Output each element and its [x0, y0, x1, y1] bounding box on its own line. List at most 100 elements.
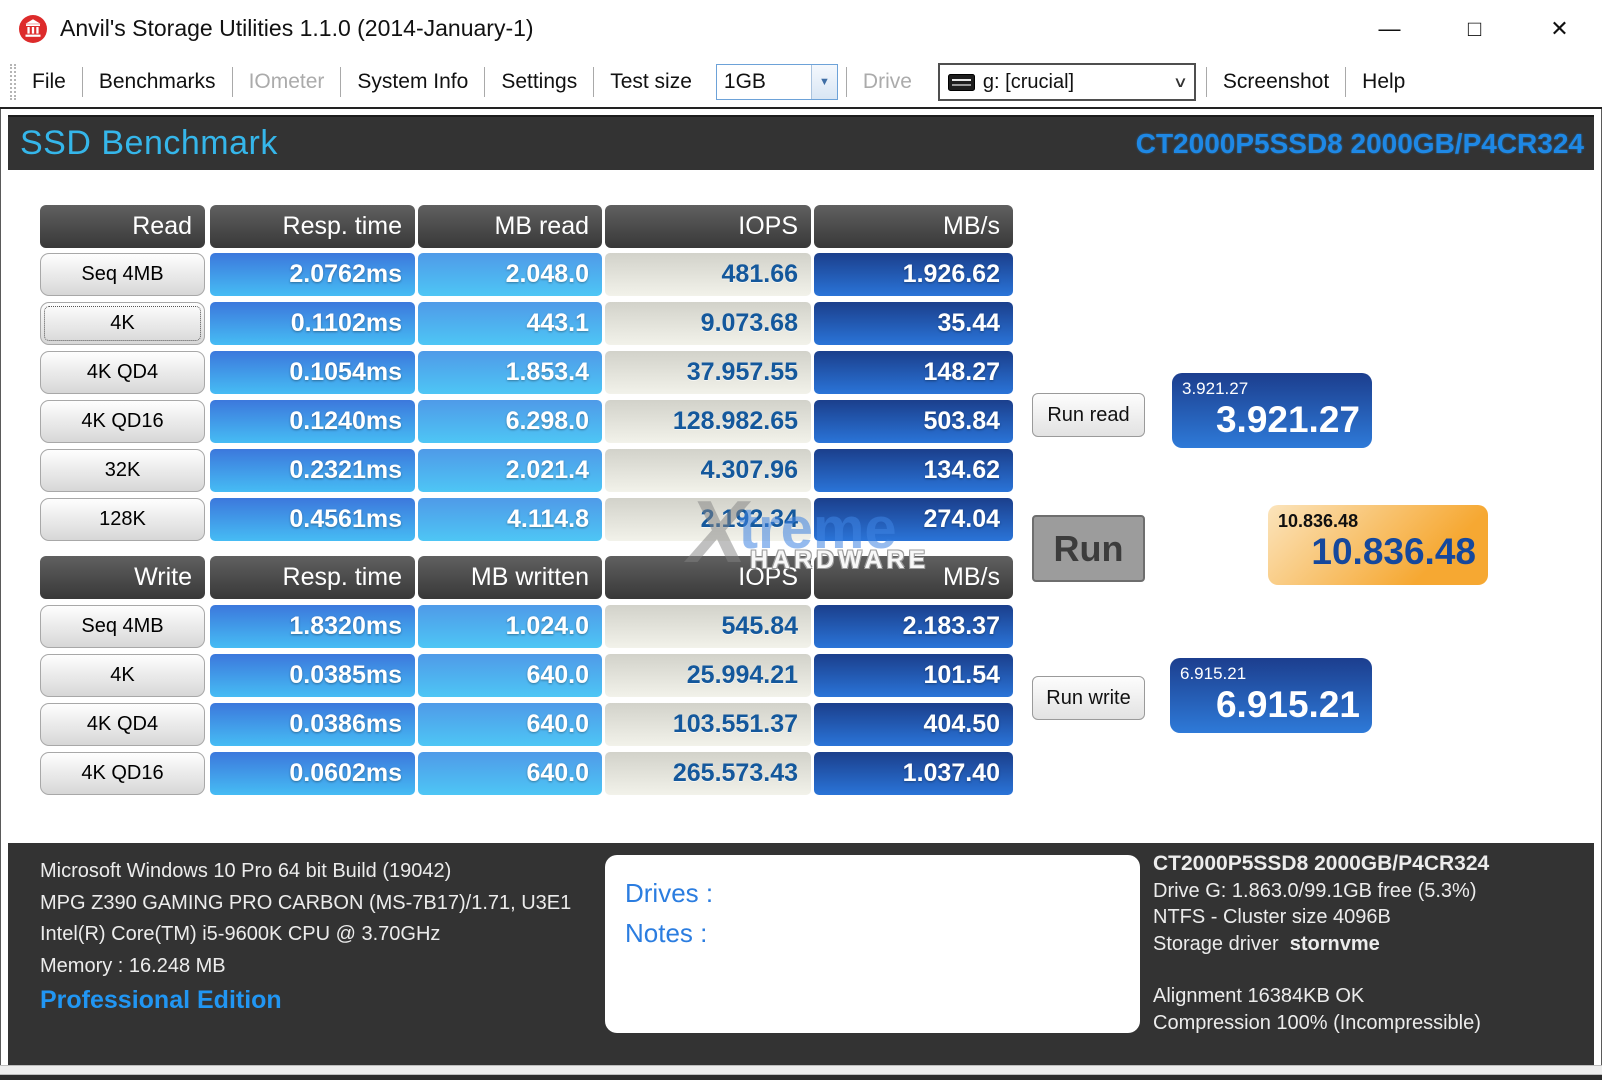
resp-time-value: 0.0602ms [210, 752, 415, 795]
resp-time-value: 0.4561ms [210, 498, 415, 541]
read-test-button[interactable]: 4K QD4 [40, 351, 205, 394]
mb-read-value: 2.021.4 [418, 449, 602, 492]
write-test-button[interactable]: 4K QD16 [40, 752, 205, 795]
menu-bar: File Benchmarks IOmeter System Info Sett… [0, 57, 1602, 109]
read-test-button[interactable]: Seq 4MB [40, 253, 205, 296]
total-score-corner: 10.836.48 [1278, 511, 1476, 531]
test-size-select[interactable]: 1GB ▼ [716, 64, 838, 100]
resp-time-value: 1.8320ms [210, 605, 415, 648]
menu-settings[interactable]: Settings [485, 70, 593, 94]
iops-value: 265.573.43 [605, 752, 811, 795]
drives-label: Drives : [625, 873, 1140, 913]
resp-time-value: 0.0385ms [210, 654, 415, 697]
read-score-box: 3.921.27 3.921.27 [1172, 373, 1372, 448]
chevron-down-icon: ∨ [1173, 73, 1188, 91]
read-test-button[interactable]: 4K QD16 [40, 400, 205, 443]
mb-written-value: 640.0 [418, 703, 602, 746]
read-score-corner: 3.921.27 [1182, 379, 1360, 399]
minimize-button[interactable]: — [1347, 0, 1432, 57]
footer-panel: Microsoft Windows 10 Pro 64 bit Build (1… [8, 843, 1594, 1065]
compression-info: Compression 100% (Incompressible) [1153, 1010, 1489, 1037]
memory-info: Memory : 16.248 MB [40, 951, 571, 983]
read-col-header: Read [40, 205, 205, 248]
footer-device-name: CT2000P5SSD8 2000GB/P4CR324 [1153, 851, 1489, 878]
drive-info-block: CT2000P5SSD8 2000GB/P4CR324 Drive G: 1.8… [1153, 851, 1489, 1036]
iops-value: 37.957.55 [605, 351, 811, 394]
table-row: 32K 0.2321ms 2.021.4 4.307.96 134.62 [0, 449, 1602, 492]
mbs-col-header: MB/s [814, 556, 1013, 599]
mb-read-value: 1.853.4 [418, 351, 602, 394]
drive-label: Drive [847, 70, 928, 94]
mbs-value: 2.183.37 [814, 605, 1013, 648]
iops-value: 25.994.21 [605, 654, 811, 697]
resp-time-value: 0.1054ms [210, 351, 415, 394]
iops-value: 4.307.96 [605, 449, 811, 492]
benchmark-header: SSD Benchmark CT2000P5SSD8 2000GB/P4CR32… [8, 115, 1594, 170]
menu-system-info[interactable]: System Info [341, 70, 484, 94]
chevron-down-icon[interactable]: ▼ [811, 65, 837, 99]
read-test-button[interactable]: 128K [40, 498, 205, 541]
mb-read-value: 443.1 [418, 302, 602, 345]
drive-select[interactable]: g: [crucial] ∨ [938, 63, 1196, 101]
app-window: Anvil's Storage Utilities 1.1.0 (2014-Ja… [0, 0, 1602, 1080]
maximize-button[interactable]: □ [1432, 0, 1517, 57]
drives-notes-box[interactable]: Drives : Notes : [605, 855, 1140, 1033]
run-write-button[interactable]: Run write [1032, 676, 1145, 720]
mb-written-value: 1.024.0 [418, 605, 602, 648]
menu-help[interactable]: Help [1346, 70, 1421, 94]
drive-value: g: [crucial] [975, 71, 1175, 94]
close-button[interactable]: ✕ [1517, 0, 1602, 57]
resp-time-col-header: Resp. time [210, 556, 415, 599]
read-test-button[interactable]: 32K [40, 449, 205, 492]
mb-written-value: 640.0 [418, 654, 602, 697]
cpu-info: Intel(R) Core(TM) i5-9600K CPU @ 3.70GHz [40, 919, 571, 951]
device-name: CT2000P5SSD8 2000GB/P4CR324 [1136, 128, 1584, 160]
menu-file[interactable]: File [16, 70, 82, 94]
mbs-value: 503.84 [814, 400, 1013, 443]
run-read-button[interactable]: Run read [1032, 393, 1145, 437]
mbs-value: 148.27 [814, 351, 1013, 394]
resp-time-value: 0.1240ms [210, 400, 415, 443]
mb-read-value: 6.298.0 [418, 400, 602, 443]
read-header-row: Read Resp. time MB read IOPS MB/s [0, 205, 1602, 248]
iops-value: 103.551.37 [605, 703, 811, 746]
mb-read-value: 2.048.0 [418, 253, 602, 296]
write-score-box: 6.915.21 6.915.21 [1170, 658, 1372, 733]
notes-label: Notes : [625, 913, 1140, 953]
drive-free-space: Drive G: 1.863.0/99.1GB free (5.3%) [1153, 878, 1489, 905]
mb-read-col-header: MB read [418, 205, 602, 248]
resp-time-value: 2.0762ms [210, 253, 415, 296]
read-test-button[interactable]: 4K [40, 302, 205, 345]
window-title: Anvil's Storage Utilities 1.1.0 (2014-Ja… [60, 15, 534, 42]
total-score-box: 10.836.48 10.836.48 [1268, 505, 1488, 585]
motherboard-info: MPG Z390 GAMING PRO CARBON (MS-7B17)/1.7… [40, 888, 571, 920]
mbs-col-header: MB/s [814, 205, 1013, 248]
write-test-button[interactable]: 4K QD4 [40, 703, 205, 746]
iops-value: 128.982.65 [605, 400, 811, 443]
edition-label: Professional Edition [40, 986, 282, 1015]
menu-screenshot[interactable]: Screenshot [1207, 70, 1345, 94]
test-size-value: 1GB [717, 70, 811, 94]
iops-col-header: IOPS [605, 205, 811, 248]
write-test-button[interactable]: Seq 4MB [40, 605, 205, 648]
mbs-value: 274.04 [814, 498, 1013, 541]
menu-benchmarks[interactable]: Benchmarks [83, 70, 232, 94]
mb-written-value: 640.0 [418, 752, 602, 795]
window-bottom-edge [0, 1075, 1602, 1080]
mbs-value: 101.54 [814, 654, 1013, 697]
run-button[interactable]: Run [1032, 515, 1145, 582]
write-test-button[interactable]: 4K [40, 654, 205, 697]
mbs-value: 134.62 [814, 449, 1013, 492]
page-title: SSD Benchmark [20, 124, 278, 163]
mbs-value: 35.44 [814, 302, 1013, 345]
table-row: Seq 4MB 1.8320ms 1.024.0 545.84 2.183.37 [0, 605, 1602, 648]
write-score-value: 6.915.21 [1180, 684, 1360, 726]
table-row: Seq 4MB 2.0762ms 2.048.0 481.66 1.926.62 [0, 253, 1602, 296]
storage-driver-value: stornvme [1290, 933, 1380, 955]
test-size-label: Test size [594, 70, 708, 94]
title-bar: Anvil's Storage Utilities 1.1.0 (2014-Ja… [0, 0, 1602, 57]
read-score-value: 3.921.27 [1182, 399, 1360, 441]
table-row: 4K 0.1102ms 443.1 9.073.68 35.44 [0, 302, 1602, 345]
resp-time-value: 0.0386ms [210, 703, 415, 746]
mb-read-value: 4.114.8 [418, 498, 602, 541]
